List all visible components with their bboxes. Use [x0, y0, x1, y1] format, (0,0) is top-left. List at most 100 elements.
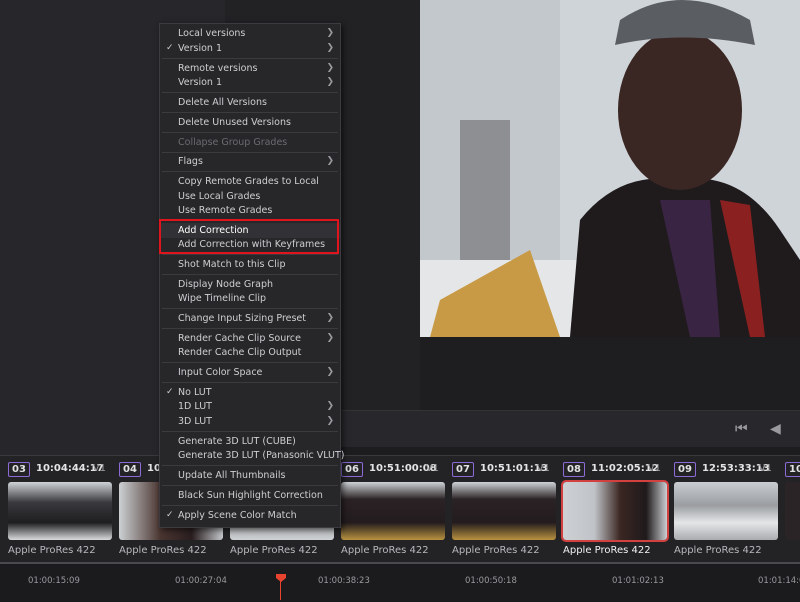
clip-10[interactable]: 10 [777, 456, 800, 563]
menu-label: Use Local Grades [178, 191, 261, 202]
ruler-tick: 01:00:50:18 [465, 576, 517, 586]
clip-number: 04 [119, 462, 141, 477]
clip-number: 07 [452, 462, 474, 477]
menu-label: Generate 3D LUT (Panasonic VLUT) [178, 450, 345, 461]
chevron-right-icon: ❯ [326, 156, 334, 166]
thumbnail-strip: 03 10:04:44:17 V1 Apple ProRes 422 04 10… [0, 455, 800, 563]
clip-track: V1 [647, 463, 661, 474]
menu-local-version-1[interactable]: ✓ Version 1 ❯ [160, 41, 340, 56]
clip-08[interactable]: 08 11:02:05:12 V1 Apple ProRes 422 [555, 456, 669, 563]
menu-change-input-sizing[interactable]: Change Input Sizing Preset ❯ [160, 311, 340, 326]
menu-1d-lut[interactable]: 1D LUT ❯ [160, 399, 340, 414]
clip-number: 08 [563, 462, 585, 477]
clip-03[interactable]: 03 10:04:44:17 V1 Apple ProRes 422 [0, 456, 112, 563]
menu-label: 3D LUT [178, 416, 212, 427]
menu-generate-3d-lut-panasonic[interactable]: Generate 3D LUT (Panasonic VLUT) [160, 448, 344, 463]
menu-black-sun-highlight[interactable]: Black Sun Highlight Correction [160, 488, 340, 503]
timeline-ruler[interactable]: 01:00:15:09 01:00:27:04 01:00:38:23 01:0… [0, 562, 800, 602]
playhead-line [280, 580, 281, 600]
menu-label: Display Node Graph [178, 279, 273, 290]
prev-frame-icon[interactable]: ◀ [770, 421, 781, 437]
menu-label: Generate 3D LUT (CUBE) [178, 436, 296, 447]
chevron-right-icon: ❯ [326, 63, 334, 73]
menu-display-node-graph[interactable]: Display Node Graph [160, 277, 340, 292]
clip-06[interactable]: 06 10:51:00:08 V1 Apple ProRes 422 [333, 456, 445, 563]
menu-local-versions[interactable]: Local versions ❯ [160, 26, 340, 41]
clip-09[interactable]: 09 12:53:33:13 V1 Apple ProRes 422 [666, 456, 778, 563]
menu-label: 1D LUT [178, 401, 212, 412]
first-frame-icon[interactable]: ⏮ [735, 421, 748, 437]
menu-render-cache-clip-output[interactable]: Render Cache Clip Output [160, 345, 340, 360]
menu-separator [162, 362, 338, 363]
viewer-frame-graphic [420, 0, 800, 337]
clip-number: 06 [341, 462, 363, 477]
menu-separator [162, 274, 338, 275]
menu-input-color-space[interactable]: Input Color Space ❯ [160, 365, 340, 380]
menu-label: Delete All Versions [178, 97, 267, 108]
menu-separator [162, 308, 338, 309]
menu-label: Use Remote Grades [178, 205, 273, 216]
chevron-right-icon: ❯ [326, 333, 334, 343]
clip-codec: Apple ProRes 422 [674, 545, 762, 556]
menu-delete-all-versions[interactable]: Delete All Versions [160, 95, 340, 110]
clip-track: V1 [758, 463, 772, 474]
menu-apply-scene-color-match[interactable]: ✓ Apply Scene Color Match [160, 508, 340, 523]
menu-remote-versions[interactable]: Remote versions ❯ [160, 61, 340, 76]
clip-thumbnail [561, 480, 669, 542]
menu-label: Remote versions [178, 63, 258, 74]
menu-flags[interactable]: Flags ❯ [160, 154, 340, 169]
menu-generate-3d-lut-cube[interactable]: Generate 3D LUT (CUBE) [160, 434, 340, 449]
menu-label: Change Input Sizing Preset [178, 313, 306, 324]
menu-label: Wipe Timeline Clip [178, 293, 267, 304]
menu-separator [162, 92, 338, 93]
menu-separator [162, 152, 338, 153]
menu-use-remote-grades[interactable]: Use Remote Grades [160, 203, 340, 218]
chevron-right-icon: ❯ [326, 43, 334, 53]
menu-label: Flags [178, 156, 203, 167]
menu-separator [162, 465, 338, 466]
ruler-tick: 01:00:38:23 [318, 576, 370, 586]
menu-label: Input Color Space [178, 367, 263, 378]
menu-update-all-thumbnails[interactable]: Update All Thumbnails [160, 468, 340, 483]
menu-label: Shot Match to this Clip [178, 259, 286, 270]
menu-label: Update All Thumbnails [178, 470, 286, 481]
menu-separator [162, 171, 338, 172]
menu-remote-version-1[interactable]: Version 1 ❯ [160, 75, 340, 90]
clip-thumbnail [452, 482, 556, 540]
clip-codec: Apple ProRes 422 [230, 545, 318, 556]
menu-no-lut[interactable]: ✓ No LUT [160, 385, 340, 400]
chevron-right-icon: ❯ [326, 313, 334, 323]
clip-track: V1 [425, 463, 439, 474]
clip-07[interactable]: 07 10:51:01:13 V1 Apple ProRes 422 [444, 456, 556, 563]
menu-label: Version 1 [178, 77, 222, 88]
menu-separator [162, 505, 338, 506]
menu-wipe-timeline-clip[interactable]: Wipe Timeline Clip [160, 291, 340, 306]
clip-codec: Apple ProRes 422 [452, 545, 540, 556]
check-icon: ✓ [166, 510, 174, 520]
menu-label: Collapse Group Grades [178, 137, 288, 148]
highlight-annotation-box [159, 219, 339, 254]
menu-label: No LUT [178, 387, 212, 398]
menu-label: Render Cache Clip Source [178, 333, 301, 344]
clip-number: 03 [8, 462, 30, 477]
menu-label: Local versions [178, 28, 246, 39]
menu-render-cache-clip-source[interactable]: Render Cache Clip Source ❯ [160, 331, 340, 346]
clip-thumbnail [8, 482, 112, 540]
menu-separator [162, 328, 338, 329]
chevron-right-icon: ❯ [326, 367, 334, 377]
menu-3d-lut[interactable]: 3D LUT ❯ [160, 414, 340, 429]
clip-thumbnail [341, 482, 445, 540]
menu-use-local-grades[interactable]: Use Local Grades [160, 189, 340, 204]
ruler-tick: 01:01:14:0 [758, 576, 800, 586]
clip-track: V1 [92, 463, 106, 474]
chevron-right-icon: ❯ [326, 28, 334, 38]
menu-copy-remote-grades[interactable]: Copy Remote Grades to Local [160, 174, 340, 189]
menu-label: Copy Remote Grades to Local [178, 176, 319, 187]
menu-delete-unused-versions[interactable]: Delete Unused Versions [160, 115, 340, 130]
menu-separator [162, 254, 338, 255]
clip-number: 09 [674, 462, 696, 477]
menu-collapse-group-grades: Collapse Group Grades [160, 135, 340, 150]
menu-separator [162, 58, 338, 59]
menu-separator [162, 431, 338, 432]
menu-shot-match[interactable]: Shot Match to this Clip [160, 257, 340, 272]
